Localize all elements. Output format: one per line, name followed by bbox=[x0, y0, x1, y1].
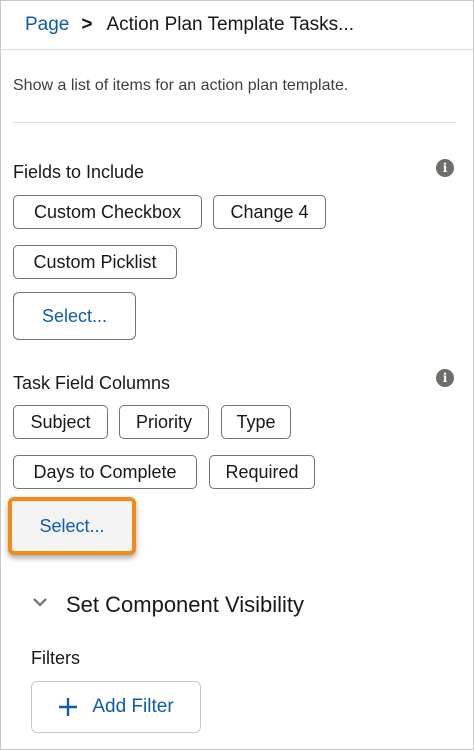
fields-select-button[interactable]: Select... bbox=[13, 292, 136, 340]
component-description: Show a list of items for an action plan … bbox=[13, 77, 349, 94]
field-pill-change-4[interactable]: Change 4 bbox=[213, 195, 326, 229]
column-pill-days-to-complete[interactable]: Days to Complete bbox=[13, 455, 197, 489]
divider bbox=[13, 122, 456, 123]
add-filter-label: Add Filter bbox=[92, 696, 174, 717]
breadcrumb-separator: > bbox=[81, 14, 93, 35]
breadcrumb-current: Action Plan Template Tasks... bbox=[106, 14, 354, 35]
add-filter-button[interactable]: Add Filter bbox=[31, 681, 201, 733]
columns-select-button[interactable]: Select... bbox=[8, 497, 136, 555]
column-pill-subject[interactable]: Subject bbox=[13, 405, 108, 439]
set-component-visibility-toggle[interactable]: Set Component Visibility bbox=[33, 592, 304, 618]
breadcrumb-page-link[interactable]: Page bbox=[25, 14, 69, 36]
plus-icon bbox=[59, 698, 78, 716]
breadcrumb: Page > Action Plan Template Tasks... bbox=[1, 1, 473, 50]
fields-to-include-label: Fields to Include bbox=[13, 162, 145, 182]
info-icon[interactable]: i bbox=[436, 369, 454, 387]
column-pill-type[interactable]: Type bbox=[221, 405, 291, 439]
info-icon[interactable]: i bbox=[436, 159, 454, 177]
filters-label: Filters bbox=[31, 648, 80, 668]
columns-select-label: Select... bbox=[39, 515, 105, 536]
task-field-columns-label: Task Field Columns bbox=[13, 373, 171, 393]
column-pill-priority[interactable]: Priority bbox=[119, 405, 209, 439]
chevron-down-icon bbox=[33, 598, 47, 607]
column-pill-required[interactable]: Required bbox=[209, 455, 315, 489]
field-pill-custom-checkbox[interactable]: Custom Checkbox bbox=[13, 195, 202, 229]
set-component-visibility-label: Set Component Visibility bbox=[66, 592, 305, 617]
field-pill-custom-picklist[interactable]: Custom Picklist bbox=[13, 245, 177, 279]
